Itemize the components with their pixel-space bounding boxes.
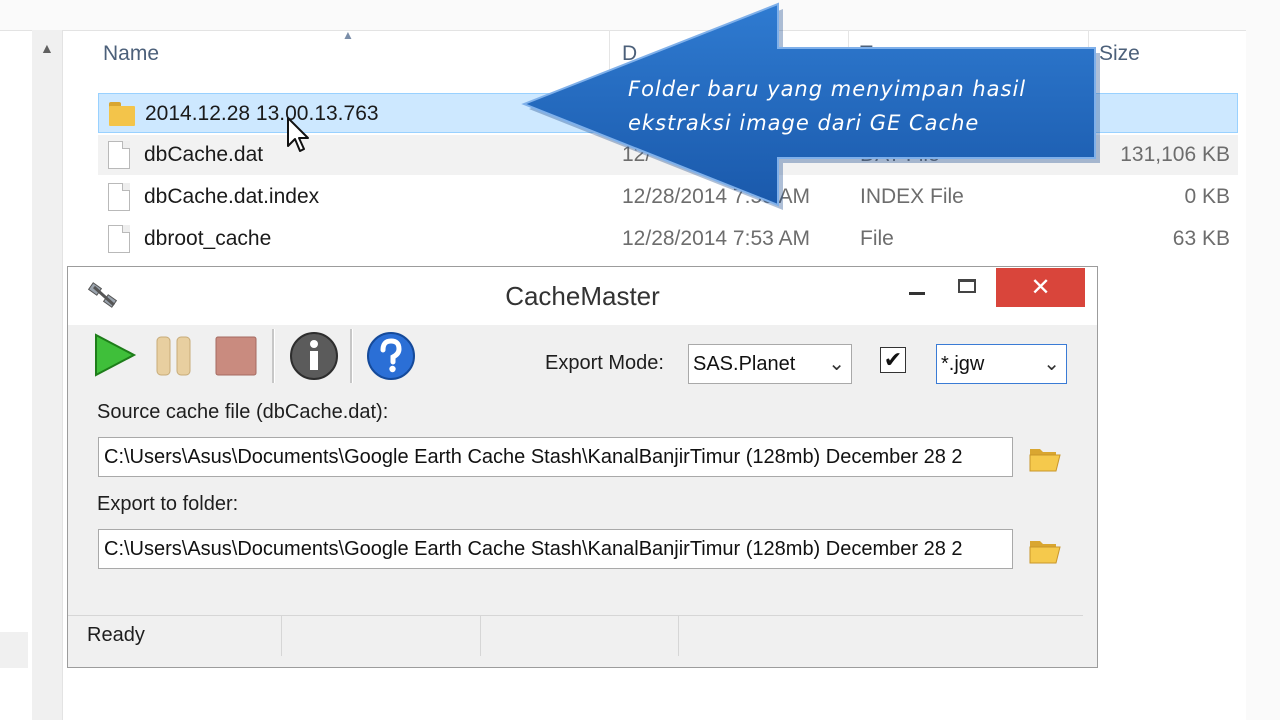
toolbar-separator [272, 329, 275, 383]
status-cell [480, 616, 679, 656]
navigation-pane-item [0, 632, 28, 668]
file-name: dbCache.dat [144, 143, 264, 166]
source-path-value: C:\Users\Asus\Documents\Google Earth Cac… [104, 446, 963, 468]
source-cache-label: Source cache file (dbCache.dat): [97, 401, 389, 423]
export-mode-label: Export Mode: [545, 352, 664, 374]
file-size: 131,106 KB [1120, 143, 1230, 166]
world-file-extension-value: *.jgw [941, 353, 985, 375]
column-header-name[interactable]: Name [103, 42, 159, 66]
close-button[interactable]: ✕ [996, 268, 1085, 307]
toolbar-separator [350, 329, 353, 383]
window-title: CacheMaster [505, 281, 660, 311]
export-path-value: C:\Users\Asus\Documents\Google Earth Cac… [104, 538, 963, 560]
title-bar[interactable]: CacheMaster ✕ [68, 267, 1097, 325]
browse-source-folder-button[interactable] [1028, 443, 1062, 473]
stop-button[interactable] [210, 329, 262, 381]
document-icon [108, 225, 132, 253]
status-cell [678, 616, 1082, 656]
navigation-scrollbar[interactable]: ▲ [32, 30, 63, 720]
file-size: 63 KB [1172, 227, 1230, 250]
play-button[interactable] [88, 329, 140, 381]
folder-icon [109, 100, 135, 128]
browse-export-folder-button[interactable] [1028, 535, 1062, 565]
minimize-button[interactable] [906, 275, 928, 305]
status-cell: Ready [68, 616, 282, 656]
file-name: dbCache.dat.index [144, 185, 320, 208]
maximize-button[interactable] [958, 279, 976, 293]
mouse-cursor-icon [287, 117, 309, 152]
sort-ascending-icon: ▲ [342, 28, 354, 42]
chevron-down-icon: ⌄ [1043, 353, 1060, 375]
status-text: Ready [87, 624, 145, 646]
file-size: 0 KB [1184, 185, 1230, 208]
help-button[interactable] [365, 329, 417, 381]
document-icon [108, 183, 132, 211]
world-file-extension-select[interactable]: *.jgw ⌄ [936, 344, 1067, 384]
export-path-input[interactable]: C:\Users\Asus\Documents\Google Earth Cac… [98, 529, 1013, 569]
document-icon [108, 141, 132, 169]
file-type: File [860, 227, 894, 250]
cachemaster-window: CacheMaster ✕ Export Mode: SAS.Planet ⌄ … [67, 266, 1098, 668]
chevron-up-icon[interactable]: ▲ [40, 40, 54, 56]
export-mode-value: SAS.Planet [693, 353, 796, 375]
world-file-checkbox[interactable]: ✔ [880, 347, 906, 373]
callout-text: Folder baru yang menyimpan hasil ekstrak… [628, 77, 1027, 135]
pause-button[interactable] [149, 329, 201, 381]
status-bar: Ready [68, 615, 1083, 656]
file-name: dbroot_cache [144, 227, 272, 250]
file-row[interactable]: dbroot_cache 12/28/2014 7:53 AM File 63 … [98, 219, 1238, 259]
export-mode-select[interactable]: SAS.Planet ⌄ [688, 344, 852, 384]
info-button[interactable] [288, 329, 340, 381]
file-date: 12/28/2014 7:53 AM [622, 227, 810, 250]
chevron-down-icon: ⌄ [828, 353, 845, 375]
export-folder-label: Export to folder: [97, 493, 239, 515]
source-path-input[interactable]: C:\Users\Asus\Documents\Google Earth Cac… [98, 437, 1013, 477]
status-cell [281, 616, 481, 656]
file-name: 2014.12.28 13.00.13.763 [145, 102, 379, 125]
file-list-scrollbar[interactable] [1246, 30, 1280, 720]
